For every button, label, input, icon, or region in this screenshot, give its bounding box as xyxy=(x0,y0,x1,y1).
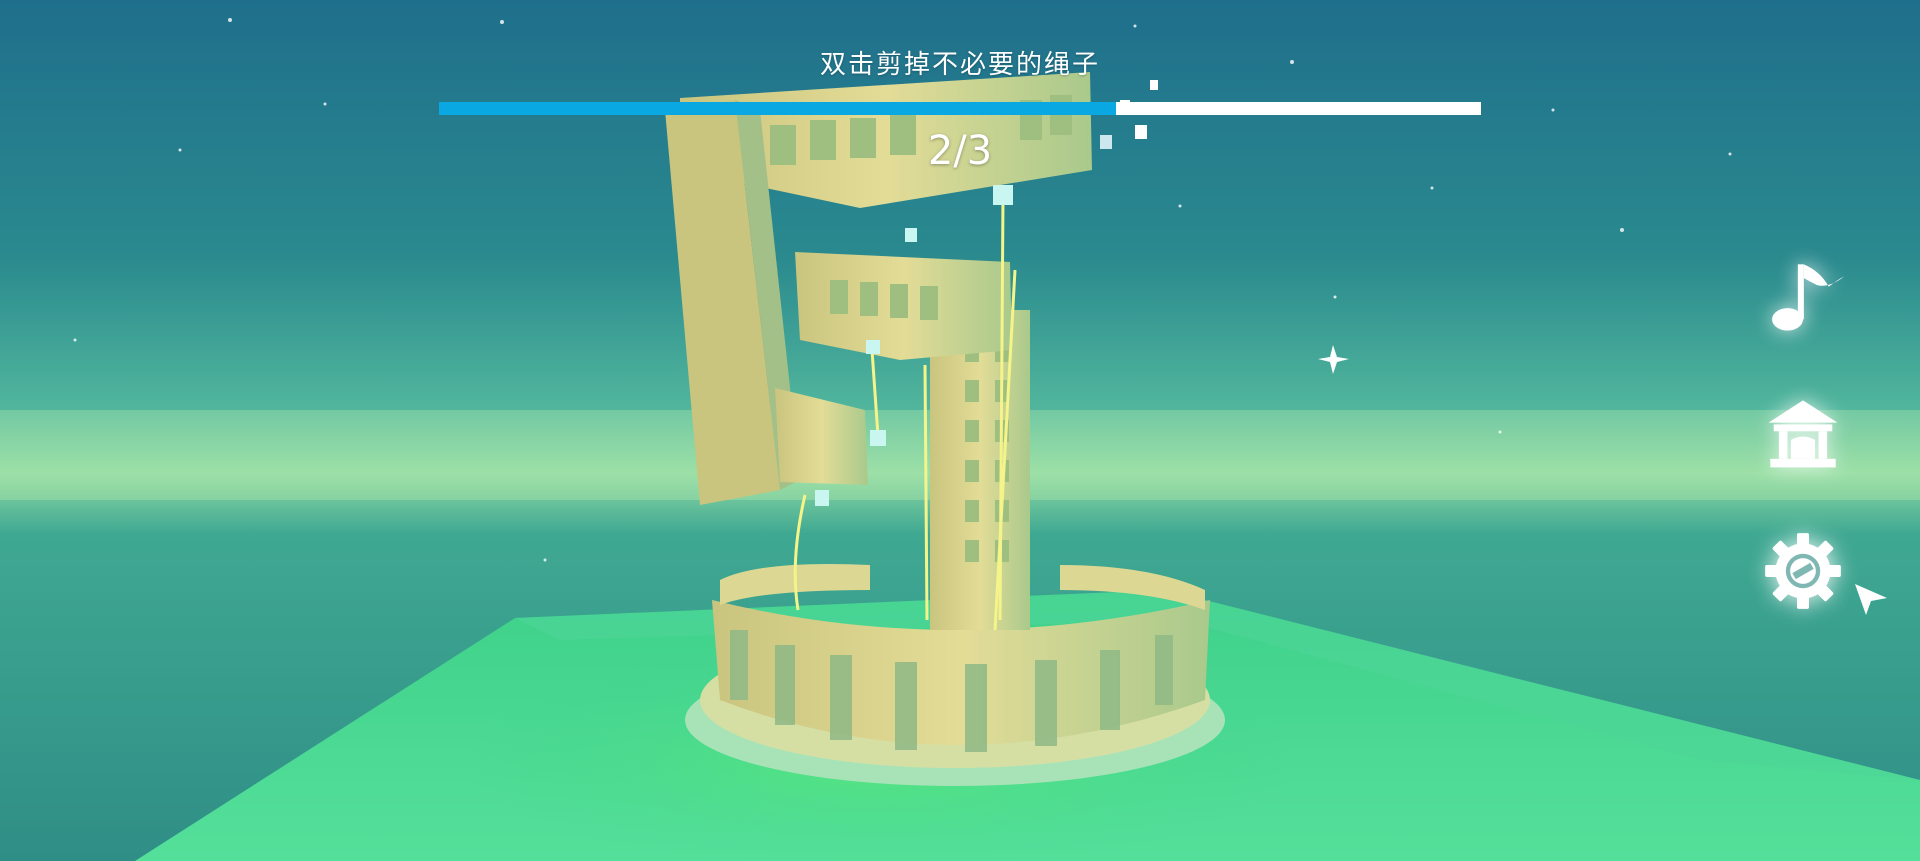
progress-bar xyxy=(439,102,1481,115)
temple-icon xyxy=(1768,400,1838,468)
sparkle xyxy=(1318,345,1349,374)
music-note-icon xyxy=(1772,264,1845,331)
central-tower xyxy=(930,310,1030,630)
settings-button[interactable] xyxy=(1750,518,1856,624)
progress-fill xyxy=(439,102,1117,115)
level-counter: 2/3 xyxy=(927,128,993,174)
home-button[interactable] xyxy=(1750,380,1856,486)
instruction-text: 双击剪掉不必要的绳子 xyxy=(819,50,1100,80)
music-button[interactable] xyxy=(1750,244,1856,350)
gear-icon xyxy=(1765,533,1841,609)
pointer-cursor-icon xyxy=(1855,584,1887,615)
floating-block-small xyxy=(775,388,868,485)
